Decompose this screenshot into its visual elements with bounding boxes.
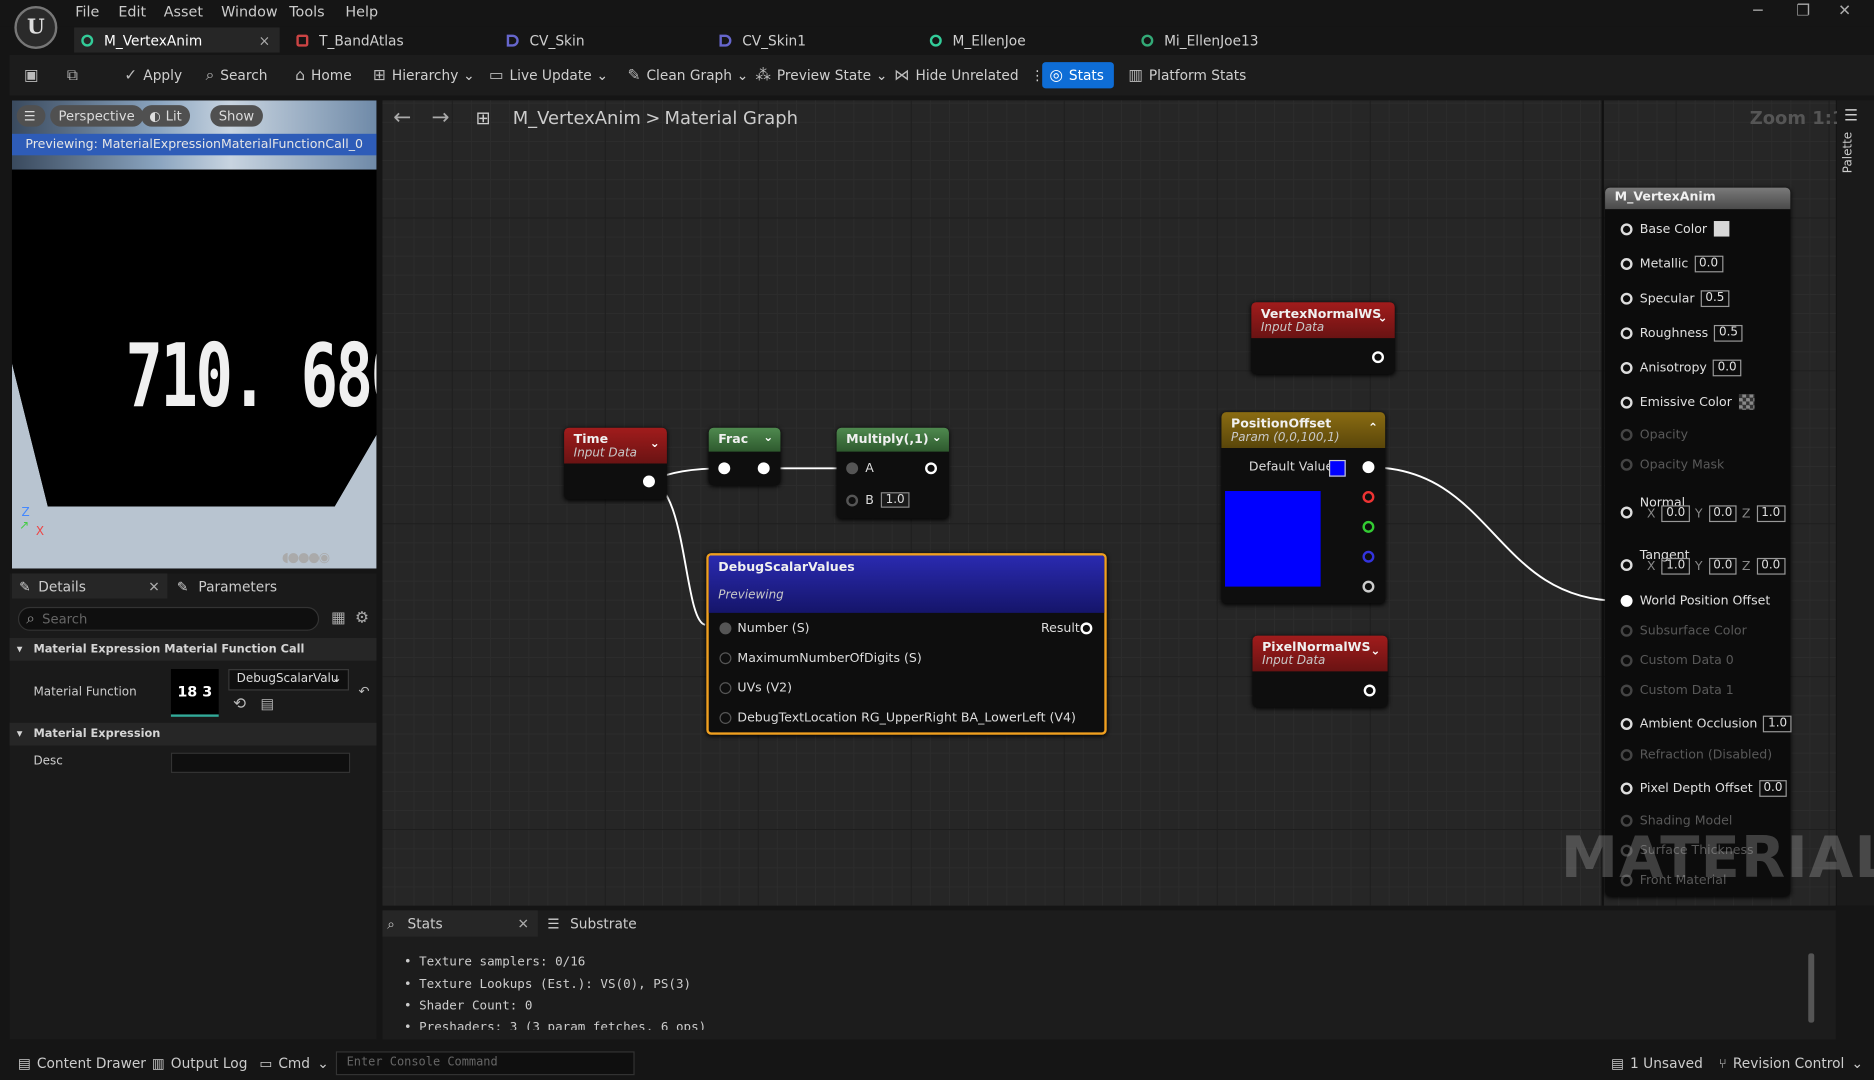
result-opacity: Opacity [1620,428,1688,442]
emissive-swatch[interactable] [1739,394,1755,410]
node-multiply-header: Multiply(,1) ⌄ [836,427,949,452]
node-pixel-normal-header: PixelNormalWS Input Data ⌄ [1252,635,1388,672]
result-anisotropy[interactable]: Anisotropy 0.0 [1620,359,1742,377]
position-offset-r-pin[interactable] [1362,491,1375,503]
substrate-icon: ☰ [547,915,560,932]
stats-tab-icon: ⌕ [387,915,395,932]
node-pixel-normal-ws[interactable]: PixelNormalWS Input Data ⌄ [1252,635,1388,708]
debug-max-digits-pin[interactable] [719,652,732,665]
multiply-b-value[interactable]: 1.0 [880,492,910,508]
result-subsurface-color: Subsurface Color [1620,624,1747,638]
content-drawer-icon: ▤ [17,1054,31,1072]
stats-line: • Texture Lookups (Est.): VS(0), PS(3) [403,977,692,992]
stats-line: • Preshaders: 3 (3 param fetches, 6 ops) [403,1020,707,1030]
multiply-output-pin[interactable] [925,462,937,475]
default-value-swatch[interactable] [1329,459,1346,477]
node-time-header: Time Input Data ⌄ [564,427,667,464]
result-opacity-mask: Opacity Mask [1620,458,1724,472]
result-world-position-offset[interactable]: World Position Offset [1620,594,1770,608]
result-emissive-color[interactable]: Emissive Color [1620,394,1755,410]
node-position-offset[interactable]: PositionOffset Param (0,0,100,1) ⌃ Defau… [1221,412,1386,604]
node-vertex-normal-header: VertexNormalWS Input Data ⌄ [1251,302,1395,339]
stats-output: • Texture samplers: 0/16 • Texture Looku… [382,940,1835,1030]
chevron-down-icon[interactable]: ⌄ [932,431,942,444]
output-log-icon: ▥ [151,1054,165,1072]
position-offset-b-pin[interactable] [1362,550,1375,563]
multiply-b-pin[interactable] [846,494,859,507]
position-offset-rgba-pin[interactable] [1362,461,1375,474]
normal-values[interactable]: X 0.0 Y 0.0 Z 1.0 [1647,505,1786,523]
content-drawer-button[interactable]: ▤ Content Drawer [18,1055,146,1072]
stats-scrollbar[interactable] [1808,953,1815,1023]
multiply-a-pin[interactable] [846,462,859,475]
node-frac-header: Frac ⌄ [708,427,781,452]
debug-number-pin[interactable] [719,622,732,635]
node-frac[interactable]: Frac ⌄ [708,427,781,486]
branch-icon: ⑂ [1718,1054,1727,1072]
debug-text-location-pin[interactable] [719,712,732,724]
result-base-color[interactable]: Base Color [1620,221,1730,237]
node-position-offset-header: PositionOffset Param (0,0,100,1) ⌃ [1221,412,1386,449]
result-custom-data-0: Custom Data 0 [1620,653,1734,668]
node-vertex-normal-ws[interactable]: VertexNormalWS Input Data ⌄ [1251,302,1395,374]
console-input[interactable]: Enter Console Command [335,1051,635,1076]
unsaved-button[interactable]: ▤ 1 Unsaved [1611,1055,1703,1072]
chevron-down-icon[interactable]: ⌄ [650,437,660,450]
result-roughness[interactable]: Roughness 0.5 [1620,324,1743,342]
time-output-pin[interactable] [642,475,655,488]
frac-output-pin[interactable] [757,462,770,475]
node-debug-header: DebugScalarValues Previewing [708,555,1105,613]
result-ambient-occlusion[interactable]: Ambient Occlusion 1.0 [1620,715,1792,733]
stats-line: • Texture samplers: 0/16 [403,954,586,969]
result-specular[interactable]: Specular 0.5 [1620,290,1730,308]
color-preview [1225,491,1321,587]
result-metallic[interactable]: Metallic 0.0 [1620,255,1723,273]
node-debug-scalar-values[interactable]: DebugScalarValues Previewing Number (S) … [706,553,1107,735]
revision-control-button[interactable]: ⑂ Revision Control ⌄ [1719,1055,1863,1072]
result-header: M_VertexAnim [1605,187,1791,210]
vertex-normal-output-pin[interactable] [1372,351,1384,364]
node-time[interactable]: Time Input Data ⌄ [564,427,667,500]
stats-line: • Shader Count: 0 [403,998,533,1014]
position-offset-g-pin[interactable] [1362,520,1375,533]
pixel-normal-output-pin[interactable] [1363,684,1376,697]
chevron-down-icon[interactable]: ⌄ [1378,312,1388,325]
unsaved-icon: ▤ [1611,1054,1625,1072]
result-refraction: Refraction (Disabled) [1620,748,1772,762]
tangent-values[interactable]: X 1.0 Y 0.0 Z 0.0 [1647,557,1786,575]
result-pixel-depth-offset[interactable]: Pixel Depth Offset 0.0 [1620,780,1788,797]
terminal-icon: ▭ [259,1054,273,1072]
frac-input-pin[interactable] [718,462,731,475]
debug-uvs-pin[interactable] [719,682,732,695]
debug-result-pin[interactable] [1080,622,1093,635]
base-color-swatch[interactable] [1714,221,1730,237]
material-watermark: MATERIAL [1560,824,1874,892]
cmd-dropdown[interactable]: ▭ Cmd ⌄ [259,1055,328,1072]
chevron-up-icon[interactable]: ⌃ [1368,422,1378,435]
output-log-button[interactable]: ▥ Output Log [152,1055,248,1072]
result-custom-data-1: Custom Data 1 [1620,683,1734,698]
tab-stats[interactable]: ⌕ Stats ✕ [382,910,538,937]
position-offset-a-pin[interactable] [1362,580,1375,593]
node-multiply[interactable]: Multiply(,1) ⌄ A B 1.0 [836,427,949,519]
chevron-down-icon[interactable]: ⌄ [763,431,773,444]
chevron-down-icon[interactable]: ⌄ [1370,645,1380,658]
stats-close-icon[interactable]: ✕ [517,915,529,932]
